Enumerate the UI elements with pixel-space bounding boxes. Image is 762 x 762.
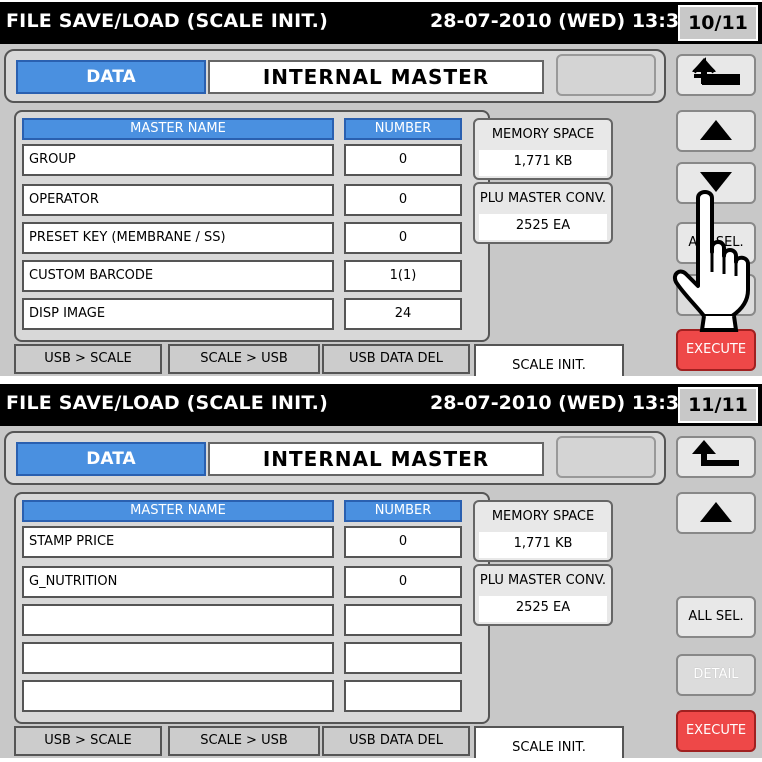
up-triangle-icon (678, 112, 754, 148)
back-button[interactable] (676, 54, 756, 96)
back-arrow-icon (678, 56, 754, 86)
master-name-cell[interactable]: G_NUTRITION (22, 566, 334, 598)
screen-title: FILE SAVE/LOAD (SCALE INIT.) (6, 10, 328, 32)
number-header: NUMBER (344, 500, 462, 522)
plu-master-conv-label: PLU MASTER CONV. (479, 569, 607, 593)
tab-usb-data-del[interactable]: USB DATA DEL (322, 726, 470, 756)
data-button[interactable]: DATA (16, 60, 206, 94)
plu-master-conv-label: PLU MASTER CONV. (479, 187, 607, 211)
tab-usb-to-scale[interactable]: USB > SCALE (14, 344, 162, 374)
detail-button[interactable]: DETAIL (676, 654, 756, 696)
memory-space-label: MEMORY SPACE (479, 505, 607, 529)
number-cell: 0 (344, 566, 462, 598)
blank-button[interactable] (556, 436, 656, 478)
tab-scale-to-usb[interactable]: SCALE > USB (168, 344, 320, 374)
master-name-cell[interactable]: DISP IMAGE (22, 298, 334, 330)
master-name-cell[interactable] (22, 680, 334, 712)
execute-button[interactable]: EXECUTE (676, 710, 756, 752)
number-cell: 0 (344, 184, 462, 216)
tab-scale-init[interactable]: SCALE INIT. (474, 344, 624, 376)
master-name-cell[interactable]: PRESET KEY (MEMBRANE / SS) (22, 222, 334, 254)
page-up-button[interactable] (676, 492, 756, 534)
master-name-cell[interactable]: OPERATOR (22, 184, 334, 216)
title-bar: FILE SAVE/LOAD (SCALE INIT.) 28-07-2010 … (0, 384, 762, 426)
blank-button[interactable] (556, 54, 656, 96)
scale-screen-page-10: FILE SAVE/LOAD (SCALE INIT.) 28-07-2010 … (0, 2, 762, 376)
master-name-cell[interactable] (22, 642, 334, 674)
screen-title: FILE SAVE/LOAD (SCALE INIT.) (6, 392, 328, 414)
number-cell: 1(1) (344, 260, 462, 292)
plu-master-conv-value: 2525 EA (479, 596, 607, 622)
master-name-header: MASTER NAME (22, 118, 334, 140)
up-triangle-icon (678, 494, 754, 530)
tab-usb-data-del[interactable]: USB DATA DEL (322, 344, 470, 374)
title-bar: FILE SAVE/LOAD (SCALE INIT.) 28-07-2010 … (0, 2, 762, 44)
date-time: 28-07-2010 (WED) 13:36 (430, 392, 693, 414)
plu-master-conv-box: PLU MASTER CONV. 2525 EA (473, 564, 613, 626)
plu-master-conv-value: 2525 EA (479, 214, 607, 240)
data-button[interactable]: DATA (16, 442, 206, 476)
all-select-button[interactable]: ALL SEL. (676, 596, 756, 638)
number-cell (344, 680, 462, 712)
master-name-cell[interactable]: GROUP (22, 144, 334, 176)
plu-master-conv-box: PLU MASTER CONV. 2525 EA (473, 182, 613, 244)
pointing-hand-icon (668, 188, 758, 337)
memory-space-value: 1,771 KB (479, 150, 607, 176)
number-cell: 0 (344, 526, 462, 558)
back-arrow-icon (678, 438, 754, 468)
master-name-cell[interactable] (22, 604, 334, 636)
page-indicator: 10/11 (678, 5, 758, 41)
date-time: 28-07-2010 (WED) 13:36 (430, 10, 693, 32)
number-cell: 0 (344, 144, 462, 176)
number-header: NUMBER (344, 118, 462, 140)
memory-space-box: MEMORY SPACE 1,771 KB (473, 118, 613, 180)
memory-space-box: MEMORY SPACE 1,771 KB (473, 500, 613, 562)
master-name-header: MASTER NAME (22, 500, 334, 522)
master-name-cell[interactable]: STAMP PRICE (22, 526, 334, 558)
master-name-cell[interactable]: CUSTOM BARCODE (22, 260, 334, 292)
back-button[interactable] (676, 436, 756, 478)
tab-scale-to-usb[interactable]: SCALE > USB (168, 726, 320, 756)
internal-master-button[interactable]: INTERNAL MASTER (208, 60, 544, 94)
page-indicator: 11/11 (678, 387, 758, 423)
internal-master-button[interactable]: INTERNAL MASTER (208, 442, 544, 476)
number-cell (344, 642, 462, 674)
number-cell: 0 (344, 222, 462, 254)
scale-screen-page-11: FILE SAVE/LOAD (SCALE INIT.) 28-07-2010 … (0, 384, 762, 758)
memory-space-value: 1,771 KB (479, 532, 607, 558)
tab-usb-to-scale[interactable]: USB > SCALE (14, 726, 162, 756)
number-cell: 24 (344, 298, 462, 330)
tab-scale-init[interactable]: SCALE INIT. (474, 726, 624, 758)
page-up-button[interactable] (676, 110, 756, 152)
memory-space-label: MEMORY SPACE (479, 123, 607, 147)
number-cell (344, 604, 462, 636)
